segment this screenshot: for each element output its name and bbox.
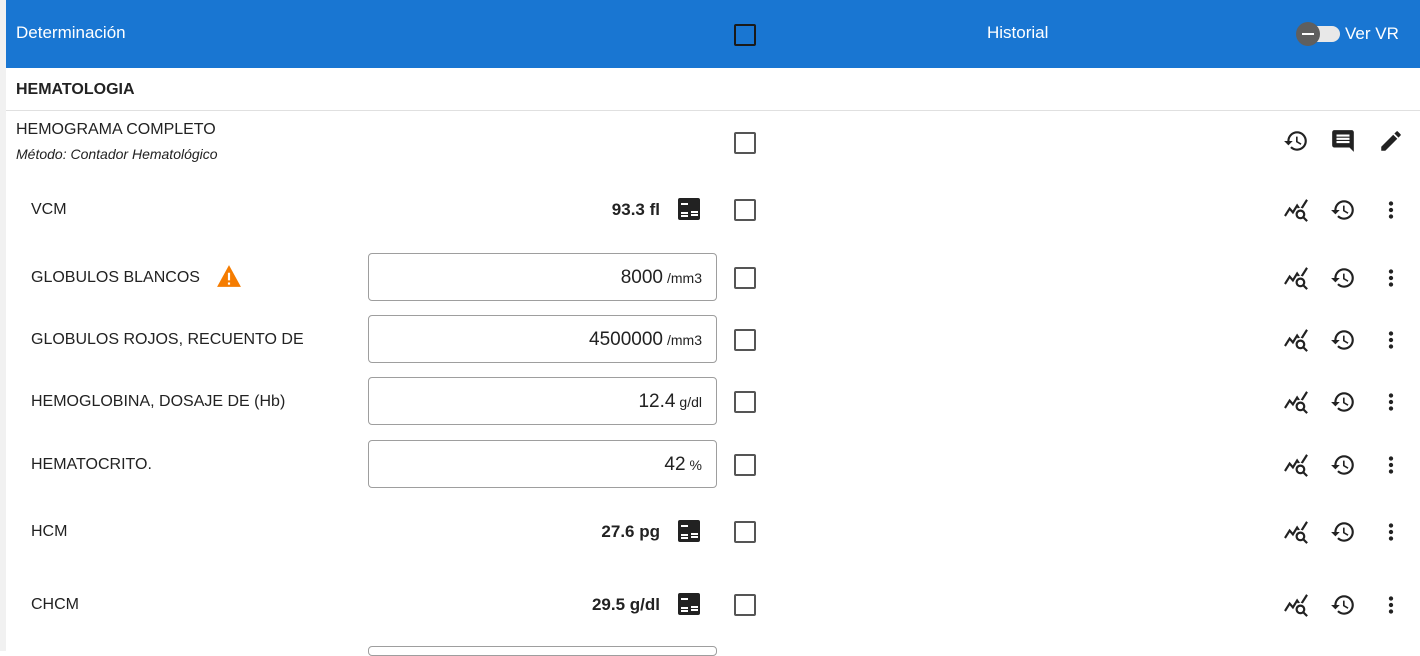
- table-row: HCM 27.6 pg: [6, 501, 1420, 561]
- table-row: CHCM 29.5 g/dl: [6, 574, 1420, 634]
- more-vert-icon[interactable]: [1378, 327, 1404, 353]
- table-row: HEMATOCRITO. 42%: [6, 434, 1420, 494]
- history-icon[interactable]: [1330, 592, 1356, 618]
- column-historial: Historial: [987, 23, 1049, 42]
- more-vert-icon[interactable]: [1378, 592, 1404, 618]
- table-row: VCM 93.3 fl: [6, 179, 1420, 239]
- row-checkbox[interactable]: [734, 594, 756, 616]
- calculated-value: 93.3 fl: [611, 200, 660, 219]
- history-icon[interactable]: [1330, 519, 1356, 545]
- result-input[interactable]: 12.4 g/dl: [368, 377, 717, 425]
- history-icon[interactable]: [1330, 389, 1356, 415]
- ver-vr-label: Ver VR: [1345, 24, 1399, 43]
- row-checkbox[interactable]: [734, 391, 756, 413]
- more-vert-icon[interactable]: [1378, 452, 1404, 478]
- history-icon[interactable]: [1330, 265, 1356, 291]
- result-value: 8000: [620, 267, 663, 288]
- table-row: GLOBULOS BLANCOS 8000/mm3: [6, 247, 1420, 307]
- result-unit: /mm3: [667, 332, 702, 348]
- more-vert-icon[interactable]: [1378, 519, 1404, 545]
- group-checkbox[interactable]: [734, 132, 756, 154]
- result-unit: /mm3: [667, 270, 702, 286]
- result-input[interactable]: 4500000/mm3: [368, 315, 717, 363]
- column-determinacion: Determinación: [16, 23, 126, 42]
- result-unit: %: [689, 457, 702, 473]
- table-row: HEMOGLOBINA, DOSAJE DE (Hb) 12.4 g/dl: [6, 371, 1420, 431]
- toggle-knob: [1296, 22, 1320, 46]
- trend-search-icon[interactable]: [1283, 592, 1309, 618]
- trend-search-icon[interactable]: [1283, 197, 1309, 223]
- row-checkbox[interactable]: [734, 199, 756, 221]
- result-input[interactable]: 42%: [368, 440, 717, 488]
- result-value: 12.4: [638, 391, 676, 412]
- group-method: Método: Contador Hematológico: [16, 146, 218, 162]
- row-name: HEMOGLOBINA, DOSAJE DE (Hb): [31, 393, 286, 410]
- row-name: HCM: [31, 523, 68, 540]
- trend-search-icon[interactable]: [1283, 519, 1309, 545]
- result-value: 42: [664, 454, 686, 475]
- group-title: HEMOGRAMA COMPLETO: [16, 121, 216, 138]
- calculator-icon[interactable]: [678, 520, 700, 542]
- section-title: HEMATOLOGIA: [16, 81, 135, 98]
- warning-icon: [216, 264, 242, 288]
- comment-icon[interactable]: [1330, 128, 1356, 154]
- trend-search-icon[interactable]: [1283, 452, 1309, 478]
- trend-search-icon[interactable]: [1283, 265, 1309, 291]
- row-name: CHCM: [31, 596, 79, 613]
- row-checkbox[interactable]: [734, 329, 756, 351]
- result-unit: g/dl: [679, 394, 702, 410]
- row-checkbox[interactable]: [734, 454, 756, 476]
- history-icon[interactable]: [1330, 197, 1356, 223]
- section-hematologia: HEMATOLOGIA: [6, 69, 1420, 111]
- table-header: Determinación Historial Ver VR: [6, 0, 1420, 68]
- select-all-checkbox[interactable]: [734, 24, 756, 46]
- row-checkbox[interactable]: [734, 267, 756, 289]
- trend-search-icon[interactable]: [1283, 389, 1309, 415]
- more-vert-icon[interactable]: [1378, 265, 1404, 291]
- more-vert-icon[interactable]: [1378, 389, 1404, 415]
- result-input[interactable]: 8000/mm3: [368, 253, 717, 301]
- ver-vr-toggle[interactable]: [1296, 22, 1344, 46]
- row-name: VCM: [31, 201, 67, 218]
- history-icon[interactable]: [1330, 452, 1356, 478]
- trend-search-icon[interactable]: [1283, 327, 1309, 353]
- result-input[interactable]: [368, 646, 717, 656]
- history-icon[interactable]: [1330, 327, 1356, 353]
- history-icon[interactable]: [1283, 128, 1309, 154]
- result-value: 4500000: [589, 329, 663, 350]
- table-row: GLOBULOS ROJOS, RECUENTO DE 4500000/mm3: [6, 309, 1420, 369]
- calculator-icon[interactable]: [678, 198, 700, 220]
- row-checkbox[interactable]: [734, 521, 756, 543]
- row-name: GLOBULOS BLANCOS: [31, 269, 200, 286]
- calculated-value: 29.5 g/dl: [591, 595, 660, 614]
- calculated-value: 27.6 pg: [601, 522, 660, 541]
- edit-icon[interactable]: [1378, 128, 1404, 154]
- calculator-icon[interactable]: [678, 593, 700, 615]
- row-name: HEMATOCRITO.: [31, 456, 152, 473]
- row-name: GLOBULOS ROJOS, RECUENTO DE: [31, 331, 304, 348]
- more-vert-icon[interactable]: [1378, 197, 1404, 223]
